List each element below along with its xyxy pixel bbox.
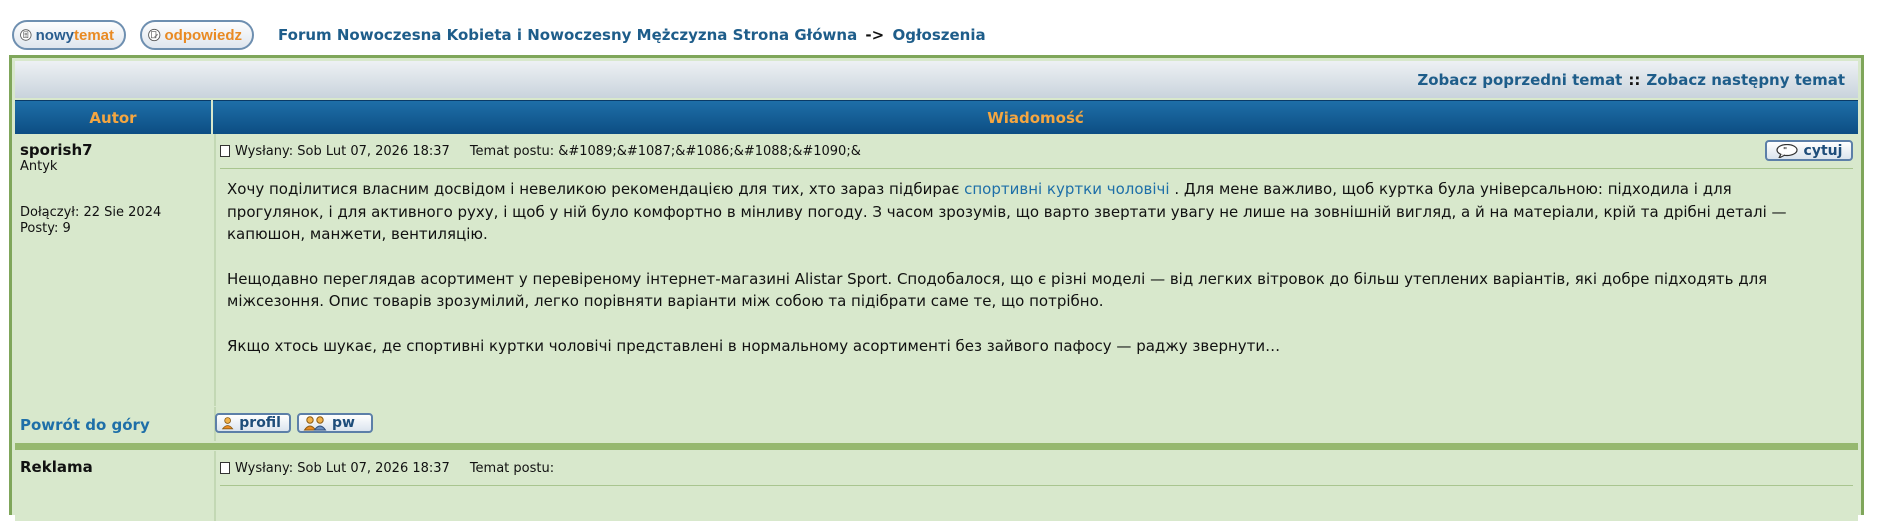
quote-bubble-icon: "	[1775, 143, 1798, 158]
author-rank: Antyk	[20, 159, 58, 174]
column-divider	[214, 134, 216, 406]
post-body: Хочу поділитися власним досвідом і невел…	[227, 178, 1832, 379]
breadcrumb-section-link[interactable]: Ogłoszenia	[892, 26, 985, 44]
post-paragraph: Хочу поділитися власним досвідом і невел…	[227, 178, 1832, 246]
post-footer-row: Powrót do góry profil pw	[15, 407, 1858, 441]
post-author: Reklama	[20, 458, 93, 476]
profile-button[interactable]: profil	[215, 413, 291, 433]
post-header-rule	[220, 485, 1853, 486]
reply-icon	[148, 28, 161, 42]
post-paragraph: Нещодавно переглядав асортимент у переві…	[227, 269, 1768, 311]
private-message-users-icon	[303, 416, 327, 431]
profile-label: profil	[239, 415, 281, 431]
breadcrumb-forum-link[interactable]: Forum Nowoczesna Kobieta i Nowoczesny Mę…	[278, 26, 857, 44]
post-header: Wysłany: Sob Lut 07, 2026 18:37 Temat po…	[220, 460, 1853, 476]
column-divider	[214, 451, 216, 521]
column-header-author: Autor	[15, 100, 211, 135]
post-row: sporish7 Antyk Dołączył: 22 Sie 2024 Pos…	[15, 134, 1858, 406]
reply-button[interactable]: odpowiedz	[140, 20, 254, 50]
post-sent-date: Wysłany: Sob Lut 07, 2026 18:37	[235, 460, 450, 476]
new-topic-icon	[20, 29, 32, 41]
profile-user-icon	[221, 417, 234, 430]
author-post-count: Posty: 9	[20, 221, 71, 236]
private-message-button[interactable]: pw	[297, 413, 373, 433]
post-paragraph: Якщо хтось шукає, де спортивні куртки чо…	[227, 336, 1281, 355]
back-to-top-link[interactable]: Powrót do góry	[20, 416, 150, 434]
post-subject: Temat postu:	[469, 460, 555, 476]
top-toolbar: nowytemat odpowiedz Forum Nowoczesna Kob…	[12, 17, 986, 53]
post-subject: Temat postu: &#1089;&#1087;&#1086;&#1088…	[469, 143, 861, 159]
quote-button[interactable]: " cytuj	[1765, 140, 1853, 161]
quote-label: cytuj	[1803, 142, 1843, 159]
previous-topic-link[interactable]: Zobacz poprzedni temat	[1417, 71, 1622, 89]
author-joined: Dołączył: 22 Sie 2024	[20, 205, 162, 220]
svg-text:": "	[1783, 146, 1787, 155]
reply-label: odpowiedz	[164, 26, 243, 44]
topic-table: Zobacz poprzedni temat :: Zobacz następn…	[9, 55, 1864, 521]
column-header-message: Wiadomość	[213, 100, 1858, 135]
author-meta: Dołączył: 22 Sie 2024 Posty: 9	[20, 205, 161, 237]
new-topic-label-2: temat	[73, 26, 114, 44]
post-author: sporish7	[20, 141, 93, 159]
post-sent-date: Wysłany: Sob Lut 07, 2026 18:37	[235, 143, 450, 159]
post-header: Wysłany: Sob Lut 07, 2026 18:37 Temat po…	[220, 143, 1853, 159]
post-document-icon	[220, 462, 230, 474]
private-message-label: pw	[332, 415, 355, 431]
new-topic-button[interactable]: nowytemat	[12, 20, 126, 50]
topic-navigation: Zobacz poprzedni temat :: Zobacz następn…	[15, 61, 1858, 98]
post-divider	[15, 443, 1858, 450]
next-topic-link[interactable]: Zobacz następny temat	[1646, 71, 1845, 89]
prevnext-separator: ::	[1628, 70, 1641, 89]
post-header-rule	[220, 168, 1853, 169]
post-row-ad: Reklama Wysłany: Sob Lut 07, 2026 18:37 …	[15, 451, 1858, 521]
post-link-jackets[interactable]: спортивні куртки чоловічі	[964, 180, 1169, 198]
post-document-icon	[220, 145, 230, 157]
new-topic-label-1: nowy	[35, 26, 74, 44]
post-text: Хочу поділитися власним досвідом і невел…	[227, 180, 965, 198]
breadcrumb: Forum Nowoczesna Kobieta i Nowoczesny Mę…	[278, 26, 986, 44]
breadcrumb-separator: ->	[865, 26, 885, 44]
